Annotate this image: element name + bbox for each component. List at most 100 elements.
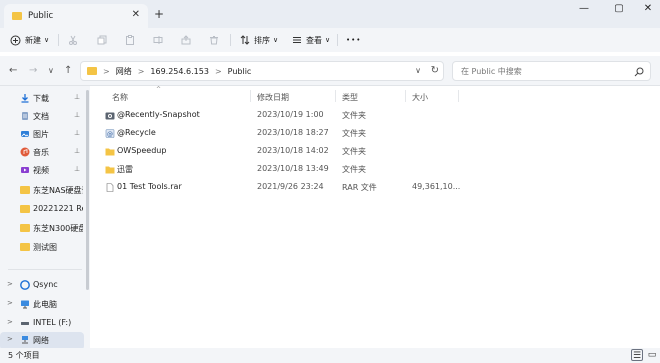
sidebar-item-label: Qsync (33, 280, 58, 289)
up-button[interactable]: ↑ (64, 65, 72, 76)
new-button[interactable]: 新建 ∨ (10, 32, 49, 48)
video-icon (21, 167, 29, 173)
more-options-button[interactable]: ••• (346, 32, 361, 48)
sidebar-item-intel-drive[interactable]: > INTEL (F:) (0, 315, 84, 333)
share-icon (181, 35, 191, 45)
file-type: RAR 文件 (342, 183, 377, 192)
navigation-bar: ← → ∨ ↑ > 网络 > 169.254.6.153 > Public ∨ … (0, 56, 660, 86)
download-icon (21, 94, 29, 103)
sidebar-item-toshiba-nas[interactable]: 东芝NAS硬盘评 (0, 182, 84, 200)
pin-icon: ⊥ (74, 93, 81, 101)
file-list-scrollbar[interactable] (655, 90, 658, 340)
paste-button[interactable] (125, 32, 135, 48)
sidebar-item-test-images[interactable]: 测试图 (0, 239, 84, 257)
file-name: 01 Test Tools.rar (117, 182, 182, 191)
back-button[interactable]: ← (9, 65, 17, 76)
minimize-button[interactable]: — (573, 2, 595, 16)
sidebar-item-qsync[interactable]: > Qsync (0, 277, 84, 295)
cut-button[interactable] (68, 32, 78, 48)
sort-button-label: 排序 (254, 35, 270, 45)
pin-icon: ⊥ (74, 165, 81, 173)
file-date: 2023/10/18 18:27 (257, 128, 329, 137)
file-type: 文件夹 (342, 165, 366, 174)
file-icon (106, 183, 114, 192)
file-row[interactable]: @Recently-Snapshot 2023/10/19 1:00 文件夹 (100, 107, 540, 125)
maximize-button[interactable]: ▢ (608, 2, 630, 16)
file-type: 文件夹 (342, 111, 366, 120)
folder-icon (87, 67, 97, 75)
column-divider[interactable] (250, 90, 251, 102)
folder-icon (105, 148, 115, 156)
column-divider[interactable] (335, 90, 336, 102)
status-bar: 5 个项目 ☰ ▭ (0, 348, 660, 363)
copy-icon (97, 35, 107, 45)
new-tab-button[interactable]: + (154, 7, 164, 21)
sidebar-item-documents[interactable]: 文档 ⊥ (0, 108, 84, 126)
refresh-button[interactable]: ↻ (431, 65, 439, 76)
folder-icon (20, 205, 30, 213)
tiles-view-button[interactable]: ▭ (646, 349, 658, 361)
view-button-label: 查看 (306, 35, 322, 45)
file-row[interactable]: @ @Recycle 2023/10/18 18:27 文件夹 (100, 125, 540, 143)
share-button[interactable] (181, 32, 191, 48)
close-window-button[interactable]: ✕ (637, 2, 659, 16)
sort-button[interactable]: 排序 ∨ (240, 32, 278, 48)
divider (337, 34, 338, 46)
forward-button[interactable]: → (29, 65, 37, 76)
sidebar-item-pictures[interactable]: 图片 ⊥ (0, 126, 84, 144)
column-header-size[interactable]: 大小 (412, 92, 428, 103)
sort-indicator-icon: ^ (156, 86, 162, 93)
sidebar-item-label: 网络 (33, 336, 49, 345)
file-row[interactable]: OWSpeedup 2023/10/18 14:02 文件夹 (100, 143, 540, 161)
copy-button[interactable] (97, 32, 107, 48)
sidebar-scrollbar[interactable] (86, 90, 89, 290)
file-name: @Recycle (117, 128, 156, 137)
sidebar-item-this-pc[interactable]: > 此电脑 (0, 296, 84, 314)
navigation-pane: 下载 ⊥ 文档 ⊥ 图片 ⊥ 音乐 ⊥ 视频 ⊥ 东芝NAS硬盘评 202212… (0, 86, 90, 350)
expand-chevron-icon[interactable]: > (7, 335, 13, 343)
expand-chevron-icon[interactable]: > (7, 299, 13, 307)
pin-icon: ⊥ (74, 147, 81, 155)
rename-button[interactable] (153, 32, 163, 48)
command-bar: 新建 ∨ 排序 ∨ 查看 ∨ ••• (0, 28, 660, 52)
divider (58, 34, 59, 46)
file-name: OWSpeedup (117, 146, 167, 155)
column-divider[interactable] (458, 90, 459, 102)
sort-icon (240, 35, 250, 45)
snapshot-folder-icon (105, 112, 115, 120)
sidebar-item-toshiba-n300[interactable]: 东芝N300硬盘 (0, 220, 84, 238)
search-input[interactable]: 在 Public 中搜索 (452, 61, 651, 81)
file-list: ^ 名称 修改日期 类型 大小 @Recently-Snapshot 2023/… (90, 86, 660, 348)
breadcrumb-separator: > (214, 66, 222, 76)
expand-chevron-icon[interactable]: > (7, 280, 13, 288)
file-row[interactable]: 迅雷 2023/10/18 13:49 文件夹 (100, 161, 540, 179)
breadcrumb-network[interactable]: 网络 (116, 66, 132, 77)
breadcrumb-host[interactable]: 169.254.6.153 (150, 67, 209, 76)
breadcrumb-public[interactable]: Public (228, 67, 252, 76)
recent-locations-button[interactable]: ∨ (48, 66, 54, 75)
tab-public[interactable]: Public ✕ (4, 4, 148, 28)
column-header-name[interactable]: 名称 (112, 92, 128, 103)
column-header-date[interactable]: 修改日期 (257, 92, 289, 103)
search-placeholder: 在 Public 中搜索 (461, 66, 522, 76)
view-button[interactable]: 查看 ∨ (292, 32, 330, 48)
sidebar-item-music[interactable]: 音乐 ⊥ (0, 144, 84, 162)
folder-icon (20, 186, 30, 194)
column-header-type[interactable]: 类型 (342, 92, 358, 103)
delete-button[interactable] (209, 32, 219, 48)
address-dropdown-button[interactable]: ∨ (415, 66, 421, 75)
sidebar-item-videos[interactable]: 视频 ⊥ (0, 162, 84, 180)
sidebar-item-20221221[interactable]: 20221221 Revi (0, 201, 84, 219)
sidebar-item-label: 此电脑 (33, 300, 57, 309)
sidebar-item-downloads[interactable]: 下载 ⊥ (0, 90, 84, 108)
expand-chevron-icon[interactable]: > (7, 318, 13, 326)
column-divider[interactable] (405, 90, 406, 102)
address-bar[interactable]: > 网络 > 169.254.6.153 > Public ∨ ↻ (80, 61, 444, 81)
file-date: 2023/10/19 1:00 (257, 110, 324, 119)
file-row[interactable]: 01 Test Tools.rar 2021/9/26 23:24 RAR 文件… (100, 179, 540, 197)
sidebar-item-label: 测试图 (33, 243, 57, 252)
file-size: 49,361,10... (412, 182, 461, 191)
details-view-button[interactable]: ☰ (631, 349, 643, 361)
music-icon (20, 147, 30, 157)
tab-close-icon[interactable]: ✕ (132, 9, 140, 20)
